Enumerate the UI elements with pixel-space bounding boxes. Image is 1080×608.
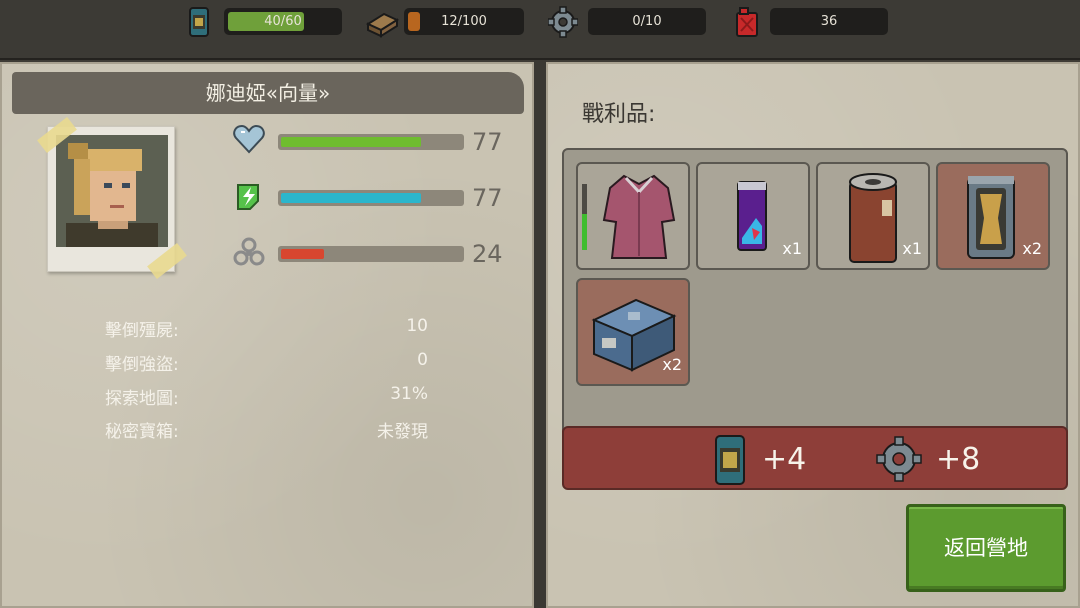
loot-panel: 戰利品: x1 x1 x2 x2 +4 +8 返回營地 [546, 62, 1080, 608]
record-label-bandits: 擊倒強盜: [105, 355, 179, 375]
record-label-map: 探索地圖: [105, 389, 179, 409]
resource-bar: 40/60 12/100 0/10 36 [0, 0, 1080, 60]
record-value-zombies: 10 [406, 316, 428, 336]
character-face-icon [56, 135, 168, 247]
loot-qty: x2 [1022, 239, 1042, 258]
gear-icon [548, 6, 578, 38]
loot-qty: x1 [902, 239, 922, 258]
portrait-photo [37, 116, 187, 280]
record-value-bandits: 0 [417, 350, 428, 370]
brown-barrel-can-icon [849, 173, 897, 263]
reward-food-value: +4 [762, 442, 807, 477]
energy-drink-can-icon [737, 181, 767, 251]
energy-value: 77 [472, 184, 503, 212]
gold-can-icon [967, 176, 1015, 259]
pink-dress-icon [602, 174, 676, 259]
heart-icon [233, 124, 265, 154]
infection-value: 24 [472, 240, 503, 268]
panel-divider [534, 60, 546, 608]
health-bar [278, 134, 464, 150]
loot-title: 戰利品: [582, 102, 656, 127]
loot-qty: x1 [782, 239, 802, 258]
wood-plank-icon [365, 12, 400, 38]
loot-slot-dress[interactable] [576, 162, 690, 270]
parts-value: 0/10 [632, 14, 662, 29]
fuel-value: 36 [820, 14, 838, 29]
parts-counter: 0/10 [588, 8, 706, 35]
durability-bar [582, 184, 587, 250]
record-label-chest: 秘密寶箱: [105, 422, 179, 442]
food-can-icon [189, 7, 209, 37]
return-to-camp-button[interactable]: 返回營地 [906, 504, 1066, 592]
reward-summary: +4 +8 [562, 426, 1068, 490]
fuel-counter: 36 [770, 8, 888, 35]
fuel-can-icon [736, 7, 758, 37]
health-bar-fill [281, 137, 421, 147]
durability-fill [582, 214, 587, 250]
infection-bar [278, 246, 464, 262]
loot-slot-barrel-can[interactable]: x1 [816, 162, 930, 270]
health-value: 77 [472, 128, 503, 156]
food-can-icon [715, 435, 745, 485]
energy-bar-fill [281, 193, 421, 203]
reward-parts-value: +8 [936, 442, 981, 477]
record-value-map: 31% [390, 384, 428, 404]
loot-slot-blue-box[interactable]: x2 [576, 278, 690, 386]
record-label-zombies: 擊倒殭屍: [105, 321, 179, 341]
energy-bar [278, 190, 464, 206]
infection-bar-fill [281, 249, 324, 259]
food-counter: 40/60 [224, 8, 342, 35]
gear-icon [876, 436, 922, 482]
loot-slot-energy-drink[interactable]: x1 [696, 162, 810, 270]
photo-tape [147, 242, 187, 280]
wood-value: 12/100 [441, 14, 487, 29]
character-portrait [56, 135, 168, 247]
biohazard-icon [233, 237, 265, 266]
character-name: 娜迪婭«向量» [12, 72, 524, 114]
food-value: 40/60 [264, 14, 302, 29]
loot-slot-gold-can[interactable]: x2 [936, 162, 1050, 270]
loot-qty: x2 [662, 355, 682, 374]
wood-counter: 12/100 [404, 8, 524, 35]
record-value-chest: 未發現 [377, 422, 428, 442]
energy-bolt-icon [237, 184, 259, 210]
character-panel: 娜迪婭«向量» 77 77 24 擊倒殭屍: 10 擊倒強盜: 0 探索地圖: … [0, 62, 534, 608]
wood-fill [408, 12, 420, 31]
